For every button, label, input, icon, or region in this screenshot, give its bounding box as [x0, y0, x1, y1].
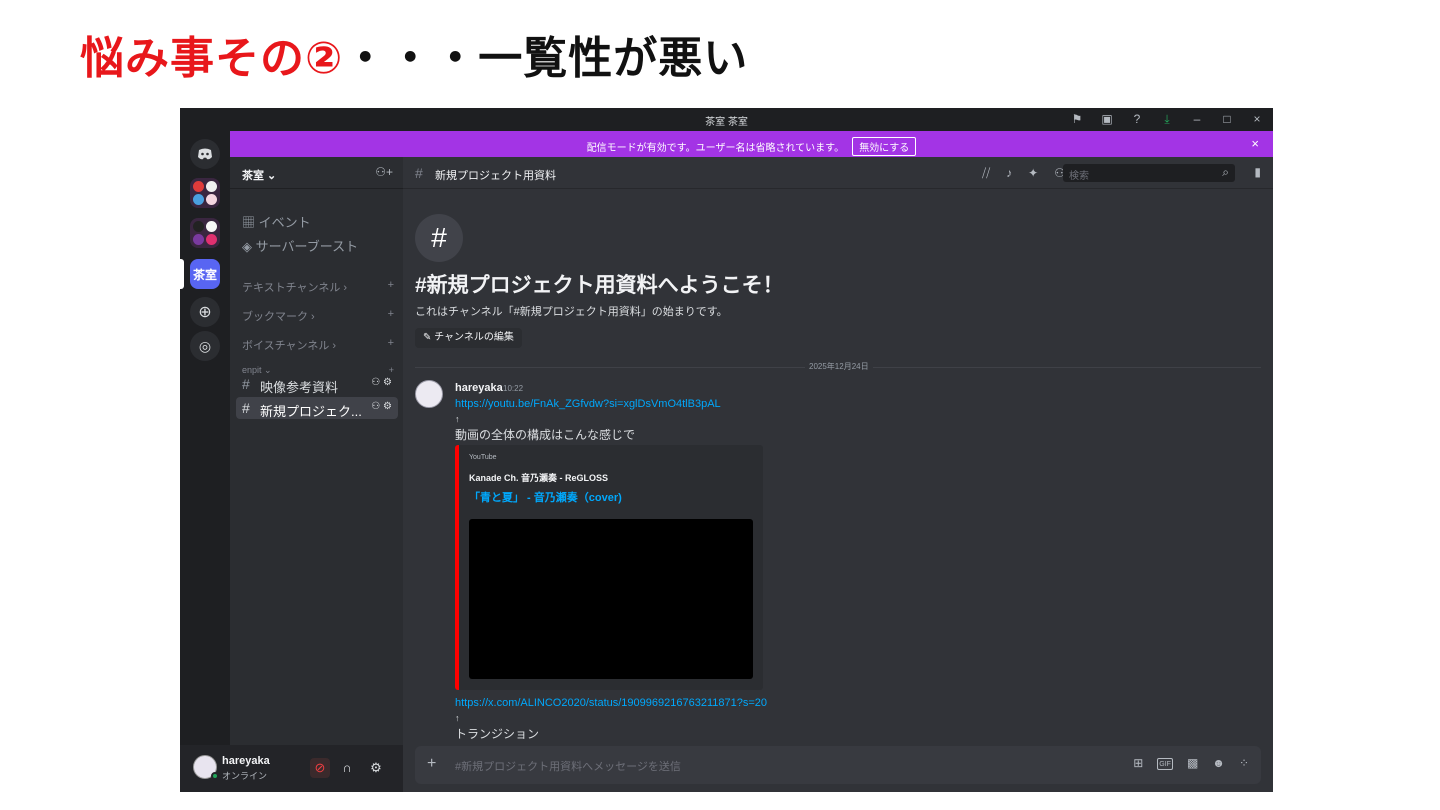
embed-author[interactable]: Kanade Ch. 音乃瀬奏 - ReGLOSS — [469, 471, 608, 484]
pin-icon[interactable]: ✦ — [1028, 166, 1038, 181]
add-channel-icon[interactable]: + — [388, 337, 394, 349]
bookmark-icon[interactable]: ▮ — [1254, 165, 1261, 179]
chat-area: # 新規プロジェクト用資料 ⧸⧸ ♪ ✦ ⚇ 検索 ⌕ ▮ # #新規プロジェク… — [403, 157, 1273, 792]
emoji-icon[interactable]: ☻ — [1212, 756, 1225, 770]
add-channel-icon[interactable]: + — [388, 279, 394, 291]
server-folder-1[interactable] — [190, 178, 220, 208]
channel-settings-icon[interactable]: ⚇ ⚙ — [371, 401, 392, 412]
discord-home-icon[interactable] — [190, 139, 220, 169]
sidebar-item-events[interactable]: ▦ イベント — [242, 212, 311, 231]
channel-hash-icon: # — [415, 214, 463, 262]
add-server-icon[interactable]: ⊕ — [190, 297, 220, 327]
slide-title-main: 悩み事その② — [80, 33, 344, 84]
headphones-icon[interactable]: ∩ — [337, 758, 357, 778]
user-panel: hareyaka オンライン ⊘ ∩ ⚙ — [180, 745, 403, 792]
search-placeholder: 検索 — [1069, 171, 1089, 182]
gif-icon[interactable]: GIF — [1157, 758, 1173, 770]
user-name: hareyaka — [222, 755, 270, 767]
arrow-text: ↑ — [455, 414, 460, 424]
server-chashitsu[interactable]: 茶室 — [190, 259, 220, 289]
search-icon: ⌕ — [1222, 165, 1229, 179]
youtube-embed: YouTube Kanade Ch. 音乃瀬奏 - ReGLOSS 「青と夏」 … — [455, 445, 763, 690]
message-composer[interactable]: + #新規プロジェクト用資料へメッセージを送信 ⊞ GIF ▩ ☻ ⁘ — [415, 746, 1261, 784]
category-label: ブックマーク › — [242, 311, 315, 323]
notification-bell-icon[interactable]: ♪ — [1006, 166, 1012, 181]
message-timestamp: 10:22 — [503, 384, 524, 393]
boost-icon: ◈ — [242, 239, 252, 254]
message-text: トランジション — [455, 727, 540, 741]
embed-provider: YouTube — [469, 454, 497, 461]
date-divider: 2025年12月24日 — [415, 361, 1261, 372]
discord-window: 茶室 茶室 ⚑ ▣ ? ⤓ – □ × 配信モードが有効です。ユーザー名は省略さ… — [180, 108, 1273, 792]
attach-icon[interactable]: + — [427, 755, 436, 773]
hash-icon: # — [415, 165, 423, 181]
welcome-title: #新規プロジェクト用資料へようこそ！ — [415, 274, 784, 297]
server-list: 茶室 ⊕ ◎ — [180, 131, 230, 792]
flag-icon[interactable]: ⚑ — [1069, 111, 1085, 127]
edit-channel-button[interactable]: ✎ チャンネルの編集 — [415, 328, 522, 348]
guild-name: 茶室 ⌄ — [242, 170, 277, 182]
channel-reference-footage[interactable]: # 映像参考資料 ⚇ ⚙ — [236, 373, 398, 395]
streamer-mode-banner: 配信モードが有効です。ユーザー名は省略されています。 無効にする × — [230, 131, 1273, 157]
sidebar-item-boost[interactable]: ◈ サーバーブースト — [242, 236, 358, 255]
welcome-subtitle: これはチャンネル「#新規プロジェクト用資料」の始まりです。 — [415, 306, 728, 318]
sidebar-item-label: イベント — [258, 215, 311, 230]
category-label: ボイスチャンネル › — [242, 340, 337, 352]
channel-sidebar: 茶室 ⌄ ⚇+ ▦ イベント ◈ サーバーブースト テキストチャンネル › + … — [230, 157, 403, 792]
discover-icon[interactable]: ◎ — [190, 331, 220, 361]
embed-title[interactable]: 「青と夏」 - 音乃瀬奏（cover) — [469, 489, 622, 505]
hash-icon: # — [242, 376, 250, 392]
active-server-pill — [180, 259, 184, 289]
close-window-icon[interactable]: × — [1249, 111, 1265, 127]
category-text-channels[interactable]: テキストチャンネル › + — [242, 279, 394, 295]
avatar[interactable] — [415, 380, 443, 408]
online-status-icon — [211, 772, 219, 780]
server-folder-2[interactable] — [190, 218, 220, 248]
user-settings-icon[interactable]: ⚙ — [366, 758, 386, 778]
hash-icon: # — [242, 400, 250, 416]
help-icon[interactable]: ? — [1129, 111, 1145, 127]
message-text: 動画の全体の構成はこんな感じで — [455, 428, 636, 442]
category-bookmarks[interactable]: ブックマーク › + — [242, 308, 394, 324]
apps-icon[interactable]: ⁘ — [1239, 756, 1249, 770]
channel-label: 映像参考資料 — [260, 380, 339, 395]
download-icon[interactable]: ⤓ — [1159, 111, 1175, 127]
arrow-text: ↑ — [455, 713, 460, 723]
mute-mic-icon[interactable]: ⊘ — [310, 758, 330, 778]
gift-icon[interactable]: ⊞ — [1133, 756, 1143, 770]
channel-name: 新規プロジェクト用資料 — [435, 170, 556, 182]
banner-close-icon[interactable]: × — [1251, 136, 1259, 151]
sidebar-item-label: サーバーブースト — [255, 239, 359, 254]
calendar-icon: ▦ — [242, 215, 256, 230]
x-link[interactable]: https://x.com/ALINCO2020/status/19099692… — [455, 697, 767, 709]
category-label: テキストチャンネル › — [242, 282, 348, 294]
search-input[interactable]: 検索 ⌕ — [1063, 164, 1235, 182]
channel-header: # 新規プロジェクト用資料 ⧸⧸ ♪ ✦ ⚇ 検索 ⌕ ▮ — [403, 157, 1273, 189]
channel-label: 新規プロジェク... — [260, 404, 362, 419]
message-input[interactable]: #新規プロジェクト用資料へメッセージを送信 — [455, 758, 681, 774]
date-label: 2025年12月24日 — [805, 361, 873, 372]
title-bar: 茶室 茶室 ⚑ ▣ ? ⤓ – □ × — [180, 108, 1273, 131]
threads-icon[interactable]: ⧸⧸ — [982, 166, 990, 181]
slide-title: 悩み事その②・・・一覧性が悪い — [80, 22, 748, 86]
banner-message: 配信モードが有効です。ユーザー名は省略されています。 — [586, 143, 845, 154]
inbox-icon[interactable]: ▣ — [1099, 111, 1115, 127]
channel-new-project[interactable]: # 新規プロジェク... ⚇ ⚙ — [236, 397, 398, 419]
maximize-icon[interactable]: □ — [1219, 111, 1235, 127]
message-author[interactable]: hareyaka — [455, 382, 503, 394]
sticker-icon[interactable]: ▩ — [1187, 756, 1198, 770]
user-status: オンライン — [222, 771, 268, 781]
channel-settings-icon[interactable]: ⚇ ⚙ — [371, 377, 392, 388]
category-voice-channels[interactable]: ボイスチャンネル › + — [242, 337, 394, 353]
youtube-link[interactable]: https://youtu.be/FnAk_ZGfvdw?si=xglDsVmO… — [455, 398, 721, 410]
invite-icon[interactable]: ⚇+ — [375, 165, 393, 179]
disable-streamer-mode-button[interactable]: 無効にする — [852, 137, 917, 156]
guild-header[interactable]: 茶室 ⌄ ⚇+ — [230, 157, 403, 189]
video-player[interactable] — [469, 519, 753, 679]
minimize-icon[interactable]: – — [1189, 111, 1205, 127]
add-channel-icon[interactable]: + — [388, 308, 394, 320]
slide-title-sub: ・・・一覧性が悪い — [343, 33, 749, 84]
